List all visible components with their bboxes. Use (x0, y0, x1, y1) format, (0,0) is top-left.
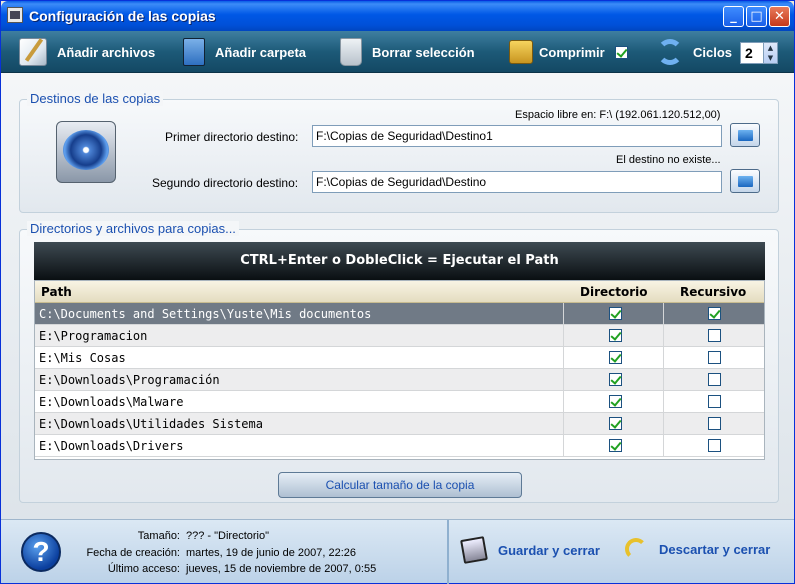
row-path: E:\Programacion (39, 329, 148, 343)
free-space-label: Espacio libre en: F:\ (192.061.120.512,0… (515, 109, 721, 121)
recursivo-checkbox[interactable] (708, 439, 721, 452)
add-folder-button[interactable]: Añadir carpeta (183, 35, 306, 69)
row-path: E:\Mis Cosas (39, 351, 126, 365)
compress-toggle[interactable]: Comprimir (509, 35, 628, 69)
config-window: Configuración de las copias _ □ ✕ Añadir… (0, 0, 795, 584)
add-files-label: Añadir archivos (57, 44, 156, 60)
close-button[interactable]: ✕ (769, 6, 790, 27)
save-close-label: Guardar y cerrar (498, 542, 600, 558)
table-header: Path Directorio Recursivo (35, 281, 764, 303)
bottom-divider (447, 520, 449, 584)
table-row[interactable]: E:\Downloads\Drivers (35, 435, 764, 457)
calculate-size-button[interactable]: Calcular tamaño de la copia (278, 472, 522, 498)
compress-icon (509, 40, 533, 64)
cycles-label: Ciclos (693, 44, 733, 60)
spinner-arrows[interactable]: ▲ ▼ (763, 43, 777, 63)
add-files-icon (19, 38, 47, 66)
row-path: E:\Downloads\Programación (39, 373, 220, 387)
cycles-spinner[interactable]: 2 ▲ ▼ (740, 42, 778, 64)
created-value: martes, 19 de junio de 2007, 22:26 (186, 547, 357, 559)
row-path: E:\Downloads\Malware (39, 395, 184, 409)
table-row[interactable]: E:\Downloads\Utilidades Sistema (35, 413, 764, 435)
recursivo-checkbox[interactable] (708, 307, 721, 320)
sources-title: Directorios y archivos para copias... (27, 221, 239, 236)
cycles-value[interactable]: 2 (745, 45, 753, 61)
size-label: Tamaño: (137, 530, 180, 542)
size-value: ??? - "Directorio" (186, 530, 270, 542)
accessed-label: Último acceso: (107, 563, 180, 575)
title-bar[interactable]: Configuración de las copias _ □ ✕ (1, 1, 794, 31)
discard-close-label: Descartar y cerrar (659, 541, 771, 557)
recursivo-checkbox[interactable] (708, 417, 721, 430)
recursivo-checkbox[interactable] (708, 351, 721, 364)
compress-label: Comprimir (539, 44, 605, 60)
browse-first-folder-button[interactable] (730, 123, 760, 147)
column-header-recursivo[interactable]: Recursivo (680, 285, 746, 299)
second-destination-label: Segundo directorio destino: (152, 176, 299, 190)
delete-selection-label: Borrar selección (372, 44, 475, 60)
directorio-checkbox[interactable] (609, 307, 622, 320)
cycles-control: Ciclos (657, 35, 732, 69)
table-row[interactable]: E:\Mis Cosas (35, 347, 764, 369)
directorio-checkbox[interactable] (609, 395, 622, 408)
directorio-checkbox[interactable] (609, 351, 622, 364)
directorio-checkbox[interactable] (609, 439, 622, 452)
table-row[interactable]: E:\Downloads\Programación (35, 369, 764, 391)
first-destination-input[interactable]: F:\Copias de Seguridad\Destino1 (312, 125, 722, 147)
recursivo-checkbox[interactable] (708, 329, 721, 342)
created-label: Fecha de creación: (86, 547, 180, 559)
app-icon (7, 7, 23, 23)
maximize-button[interactable]: □ (746, 6, 767, 27)
add-folder-label: Añadir carpeta (215, 44, 307, 60)
discard-close-button[interactable]: Descartar y cerrar (625, 538, 770, 560)
recursivo-checkbox[interactable] (708, 395, 721, 408)
column-header-path[interactable]: Path (41, 285, 72, 299)
first-destination-label: Primer directorio destino: (165, 130, 299, 144)
destinations-title: Destinos de las copias (27, 91, 164, 106)
row-path: E:\Downloads\Utilidades Sistema (39, 417, 263, 431)
destination-warning: El destino no existe... (616, 154, 721, 166)
row-path: C:\Documents and Settings\Yuste\Mis docu… (39, 307, 372, 321)
toolbar: Añadir archivos Añadir carpeta Borrar se… (1, 31, 794, 73)
directorio-checkbox[interactable] (609, 417, 622, 430)
delete-selection-button[interactable]: Borrar selección (340, 35, 475, 69)
directorio-checkbox[interactable] (609, 373, 622, 386)
save-icon (460, 536, 488, 564)
accessed-value: jueves, 15 de noviembre de 2007, 0:55 (186, 563, 377, 575)
cycles-icon (657, 39, 683, 65)
table-banner: CTRL+Enter o DobleClick = Ejecutar el Pa… (34, 242, 765, 280)
help-icon[interactable]: ? (21, 532, 61, 572)
add-folder-icon (183, 38, 205, 66)
save-close-button[interactable]: Guardar y cerrar (460, 536, 600, 564)
table-row[interactable]: E:\Downloads\Malware (35, 391, 764, 413)
recursivo-checkbox[interactable] (708, 373, 721, 386)
window-title: Configuración de las copias (29, 8, 216, 24)
hard-drive-icon (56, 121, 116, 183)
compress-checkbox[interactable] (614, 45, 628, 59)
undo-icon (625, 538, 647, 560)
second-destination-input[interactable]: F:\Copias de Seguridad\Destino (312, 171, 722, 193)
column-header-directorio[interactable]: Directorio (580, 285, 648, 299)
browse-second-folder-button[interactable] (730, 169, 760, 193)
add-files-button[interactable]: Añadir archivos (19, 35, 155, 69)
table-row[interactable]: E:\Programacion (35, 325, 764, 347)
table-row[interactable]: C:\Documents and Settings\Yuste\Mis docu… (35, 303, 764, 325)
trash-icon (340, 38, 362, 66)
directorio-checkbox[interactable] (609, 329, 622, 342)
bottom-bar: ? Tamaño: ??? - "Directorio" Fecha de cr… (1, 519, 794, 584)
row-path: E:\Downloads\Drivers (39, 439, 184, 453)
sources-table: Path Directorio Recursivo C:\Documents a… (34, 280, 765, 460)
minimize-button[interactable]: _ (723, 6, 744, 27)
